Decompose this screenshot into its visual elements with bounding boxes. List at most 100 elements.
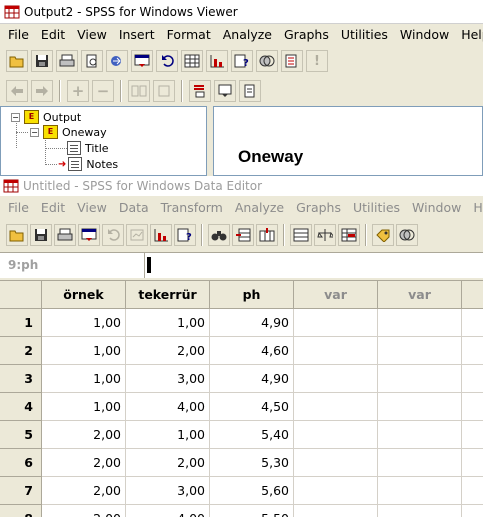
- data-cell[interactable]: 5,40: [210, 421, 294, 449]
- output-content-pane[interactable]: Oneway: [213, 106, 483, 176]
- goto-chart-icon[interactable]: [126, 224, 148, 246]
- save-disk-icon[interactable]: [30, 224, 52, 246]
- print-icon[interactable]: [54, 224, 76, 246]
- row-header[interactable]: 7: [0, 477, 42, 505]
- data-cell[interactable]: 1,00: [42, 393, 126, 421]
- variables-help-icon[interactable]: ?: [231, 50, 253, 72]
- select-cases-icon[interactable]: [338, 224, 360, 246]
- menu-help[interactable]: Help: [455, 27, 483, 42]
- demote-arrow-icon[interactable]: [31, 80, 53, 102]
- column-header-ph[interactable]: ph: [210, 281, 294, 309]
- data-cell[interactable]: 4,60: [210, 337, 294, 365]
- hide-page-icon[interactable]: [153, 80, 175, 102]
- data-cell[interactable]: 5,60: [210, 477, 294, 505]
- data-cell[interactable]: 2,00: [42, 421, 126, 449]
- data-cell[interactable]: [462, 477, 483, 505]
- data-cell[interactable]: [294, 505, 378, 517]
- data-cell[interactable]: 4,00: [126, 393, 210, 421]
- menu-help[interactable]: Help: [467, 200, 483, 215]
- dialog-recall-icon[interactable]: [131, 50, 153, 72]
- data-cell[interactable]: 5,50: [210, 505, 294, 517]
- menu-edit[interactable]: Edit: [35, 200, 71, 215]
- data-cell[interactable]: 4,50: [210, 393, 294, 421]
- data-cell[interactable]: [378, 365, 462, 393]
- row-header[interactable]: 2: [0, 337, 42, 365]
- tree-output[interactable]: − E Output: [11, 110, 81, 124]
- insert-title-icon[interactable]: [214, 80, 236, 102]
- column-header-var[interactable]: var: [294, 281, 378, 309]
- print-preview-icon[interactable]: [81, 50, 103, 72]
- row-header[interactable]: 1: [0, 309, 42, 337]
- exclamation-icon[interactable]: !: [306, 50, 328, 72]
- data-cell[interactable]: 2,00: [126, 449, 210, 477]
- data-cell[interactable]: 4,90: [210, 365, 294, 393]
- undo-icon[interactable]: [102, 224, 124, 246]
- row-header[interactable]: 6: [0, 449, 42, 477]
- data-cell[interactable]: 4,90: [210, 309, 294, 337]
- open-folder-icon[interactable]: [6, 224, 28, 246]
- data-cell[interactable]: [462, 393, 483, 421]
- menu-file[interactable]: File: [2, 200, 35, 215]
- expand-plus-icon[interactable]: +: [67, 80, 89, 102]
- print-icon[interactable]: [56, 50, 78, 72]
- tree-oneway[interactable]: − E Oneway: [30, 125, 107, 139]
- collapse-node-icon[interactable]: −: [30, 127, 39, 137]
- column-header-tekerrur[interactable]: tekerrür: [126, 281, 210, 309]
- data-cell[interactable]: 2,00: [126, 337, 210, 365]
- menu-graphs[interactable]: Graphs: [278, 27, 335, 42]
- insert-heading-icon[interactable]: [189, 80, 211, 102]
- cell-value-cursor[interactable]: [147, 257, 151, 273]
- menu-window[interactable]: Window: [394, 27, 455, 42]
- menu-utilities[interactable]: Utilities: [347, 200, 406, 215]
- data-cell[interactable]: [294, 309, 378, 337]
- data-cell[interactable]: [378, 393, 462, 421]
- menu-format[interactable]: Format: [161, 27, 217, 42]
- menu-window[interactable]: Window: [406, 200, 467, 215]
- data-cell[interactable]: [294, 449, 378, 477]
- weight-cases-icon[interactable]: [314, 224, 336, 246]
- goto-chart-icon[interactable]: [206, 50, 228, 72]
- data-cell[interactable]: [462, 365, 483, 393]
- value-labels-icon[interactable]: [372, 224, 394, 246]
- data-cell[interactable]: [294, 365, 378, 393]
- corner-header[interactable]: [0, 281, 42, 309]
- data-cell[interactable]: 3,00: [126, 365, 210, 393]
- data-cell[interactable]: 5,30: [210, 449, 294, 477]
- menu-utilities[interactable]: Utilities: [335, 27, 394, 42]
- show-book-icon[interactable]: [128, 80, 150, 102]
- cell-reference[interactable]: 9:ph: [0, 253, 145, 278]
- data-cell[interactable]: 1,00: [126, 309, 210, 337]
- data-cell[interactable]: [462, 449, 483, 477]
- editor-titlebar[interactable]: Untitled - SPSS for Windows Data Editor: [0, 176, 483, 196]
- menu-graphs[interactable]: Graphs: [290, 200, 347, 215]
- data-cell[interactable]: [378, 421, 462, 449]
- variables-help-icon[interactable]: ?: [174, 224, 196, 246]
- data-cell[interactable]: 1,00: [42, 309, 126, 337]
- data-cell[interactable]: 2,00: [42, 477, 126, 505]
- row-header[interactable]: 4: [0, 393, 42, 421]
- data-cell[interactable]: 4,00: [126, 505, 210, 517]
- collapse-node-icon[interactable]: −: [11, 112, 20, 122]
- data-cell[interactable]: 1,00: [42, 337, 126, 365]
- column-header-ornek[interactable]: örnek: [42, 281, 126, 309]
- menu-view[interactable]: View: [71, 200, 113, 215]
- save-disk-icon[interactable]: [31, 50, 53, 72]
- data-cell[interactable]: 1,00: [126, 421, 210, 449]
- data-cell[interactable]: [462, 309, 483, 337]
- row-header[interactable]: 5: [0, 421, 42, 449]
- dialog-recall-icon[interactable]: [78, 224, 100, 246]
- data-cell[interactable]: [462, 337, 483, 365]
- data-cell[interactable]: [294, 337, 378, 365]
- export-icon[interactable]: [106, 50, 128, 72]
- menu-analyze[interactable]: Analyze: [217, 27, 278, 42]
- data-cell[interactable]: [378, 449, 462, 477]
- data-cell[interactable]: [462, 421, 483, 449]
- menu-file[interactable]: File: [2, 27, 35, 42]
- collapse-minus-icon[interactable]: −: [92, 80, 114, 102]
- find-binoculars-icon[interactable]: [208, 224, 230, 246]
- column-header-var[interactable]: var: [378, 281, 462, 309]
- row-header[interactable]: 3: [0, 365, 42, 393]
- menu-analyze[interactable]: Analyze: [229, 200, 290, 215]
- data-cell[interactable]: [378, 505, 462, 517]
- split-file-icon[interactable]: [290, 224, 312, 246]
